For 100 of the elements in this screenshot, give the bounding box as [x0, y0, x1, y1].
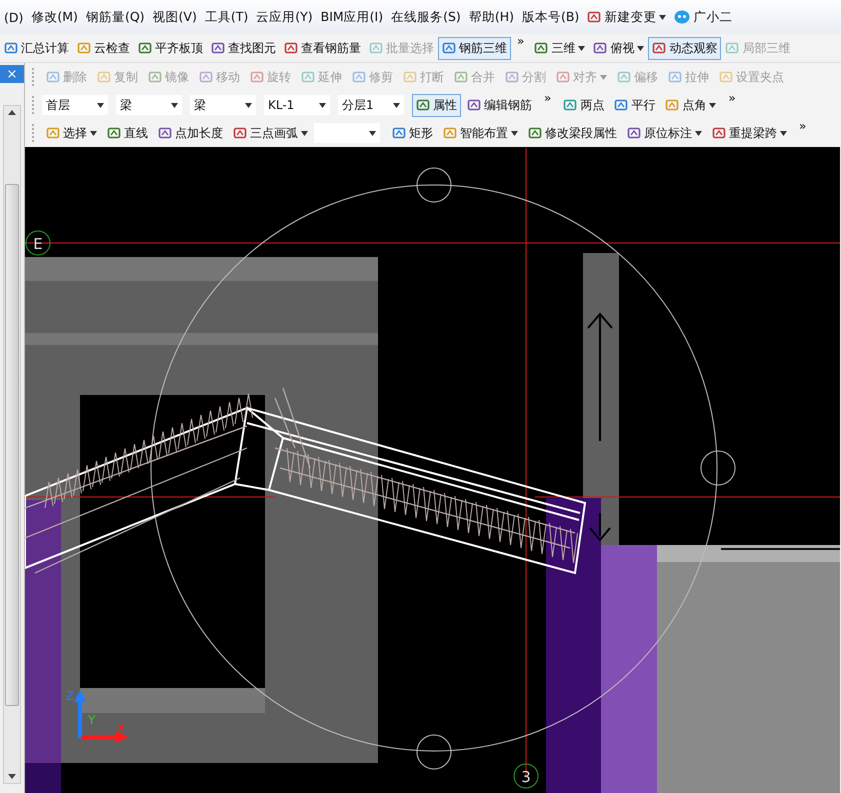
close-button[interactable]: × [0, 65, 24, 83]
tool-icon [712, 126, 726, 140]
tool-icon [454, 70, 468, 84]
tool-icon [97, 70, 111, 84]
tool-icon [211, 41, 225, 55]
tool-icon [725, 41, 740, 55]
menu-item[interactable]: 钢筋量(Q) [82, 8, 149, 26]
toolbar-button[interactable]: 汇总计算 [0, 36, 73, 60]
caret-icon [637, 46, 644, 50]
tool-icon [233, 126, 247, 140]
toolbar-button[interactable]: 平行 [610, 94, 660, 116]
menu-item[interactable]: BIM应用(I) [316, 8, 388, 26]
scroll-down-icon [8, 774, 16, 779]
dropdown-field[interactable]: 首层 [42, 95, 108, 115]
z-axis-arrow [74, 690, 86, 738]
tool-icon [107, 126, 121, 140]
caret-icon [90, 130, 97, 136]
dropdown-field[interactable]: 梁 [190, 95, 256, 115]
dropdown-field[interactable] [314, 123, 380, 143]
tool-icon [148, 70, 162, 84]
scrollbar[interactable] [3, 105, 21, 784]
toolbar-button[interactable]: 点角 [661, 94, 720, 116]
tool-icon [563, 98, 578, 112]
toolbar-button[interactable]: 两点 [559, 94, 608, 116]
caret-icon [659, 14, 666, 20]
tool-icon [392, 126, 406, 140]
toolbar-button[interactable]: 直线 [103, 122, 152, 144]
tool-icon [617, 70, 631, 84]
toolbar-button[interactable]: 钢筋三维 [438, 36, 511, 60]
toolbar-button[interactable]: 原位标注 [623, 122, 706, 144]
menu-item[interactable]: 帮助(H) [464, 8, 518, 26]
overflow-button[interactable]: » [511, 34, 530, 48]
tool-icon [627, 126, 641, 140]
tool-icon [158, 126, 172, 140]
axis-bubble [514, 764, 538, 788]
tool-icon [284, 41, 298, 55]
toolbar-button[interactable]: 矩形 [388, 122, 437, 144]
tool-icon [719, 70, 733, 84]
toolbar-button[interactable]: 智能布置 [439, 122, 522, 144]
caret-icon [780, 130, 787, 136]
tool-icon [199, 70, 213, 84]
overflow-button[interactable]: » [793, 119, 812, 133]
toolbar-button[interactable]: 修改梁段属性 [524, 122, 621, 144]
tool-icon [442, 41, 456, 55]
axis-label: Z [66, 689, 74, 703]
tool-icon [556, 70, 570, 84]
orbit-handle[interactable] [700, 450, 736, 486]
toolbar-button[interactable]: 平齐板顶 [134, 36, 207, 60]
mascot-icon [674, 10, 690, 24]
scroll-thumb[interactable] [5, 184, 19, 706]
tool-icon [77, 41, 91, 55]
menu-item[interactable]: 版本号(B) [518, 8, 584, 26]
caret-icon [369, 130, 376, 136]
dropdown-field[interactable]: KL-1 [264, 95, 330, 115]
toolbar-button[interactable]: 三维 [530, 36, 590, 60]
toolbar-button[interactable]: 属性 [412, 94, 461, 116]
dropdown-field[interactable]: 梁 [116, 95, 182, 115]
tool-icon [250, 70, 264, 84]
menu-item[interactable]: (D) [0, 10, 28, 24]
caret-icon [600, 74, 607, 80]
tool-icon [403, 70, 417, 84]
tool-icon [301, 70, 315, 84]
toolbar-button[interactable]: 查看钢筋量 [280, 36, 365, 60]
caret-icon [97, 102, 104, 108]
menu-button[interactable]: 广小二 [670, 8, 736, 26]
menu-item[interactable]: 工具(T) [200, 8, 252, 26]
caret-icon [245, 102, 252, 108]
overflow-button[interactable]: » [538, 91, 558, 105]
caret-icon [695, 130, 702, 136]
tool-icon [593, 41, 608, 55]
caret-icon [578, 46, 586, 50]
toolbar-button[interactable]: 点加长度 [154, 122, 227, 144]
menu-item[interactable]: 修改(M) [27, 8, 82, 26]
tool-icon [534, 41, 548, 55]
menu-item[interactable]: 在线服务(S) [387, 8, 465, 26]
toolbar-button[interactable]: 编辑钢筋 [463, 94, 536, 116]
orbit-handle[interactable] [416, 734, 452, 770]
toolbar-button[interactable]: 云检查 [73, 36, 134, 60]
caret-icon [393, 102, 400, 108]
tool-icon [138, 41, 152, 55]
toolbar-button[interactable]: 三点画弧 [229, 122, 312, 144]
toolbar-button[interactable]: 查找图元 [207, 36, 280, 60]
toolbar-button[interactable]: 重提梁跨 [708, 122, 791, 144]
tool-icon [443, 126, 457, 140]
caret-icon [709, 102, 716, 108]
overflow-button[interactable]: » [722, 91, 742, 105]
tool-icon [467, 98, 481, 112]
menu-item[interactable]: 云应用(Y) [252, 8, 317, 26]
menu-button[interactable]: 新建变更 [583, 8, 670, 26]
caret-icon [171, 102, 178, 108]
toolbar-button[interactable]: 动态观察 [648, 36, 722, 60]
menu-item[interactable]: 视图(V) [148, 8, 201, 26]
orbit-handle[interactable] [416, 168, 452, 202]
down-arrow [589, 513, 611, 542]
toolbar-button[interactable]: 俯视 [589, 36, 648, 60]
column-base [25, 763, 61, 793]
toolbar-button[interactable]: 选择 [42, 122, 101, 144]
tool-icon [665, 98, 680, 112]
dropdown-field[interactable]: 分层1 [338, 95, 404, 115]
tool-icon [528, 126, 542, 140]
